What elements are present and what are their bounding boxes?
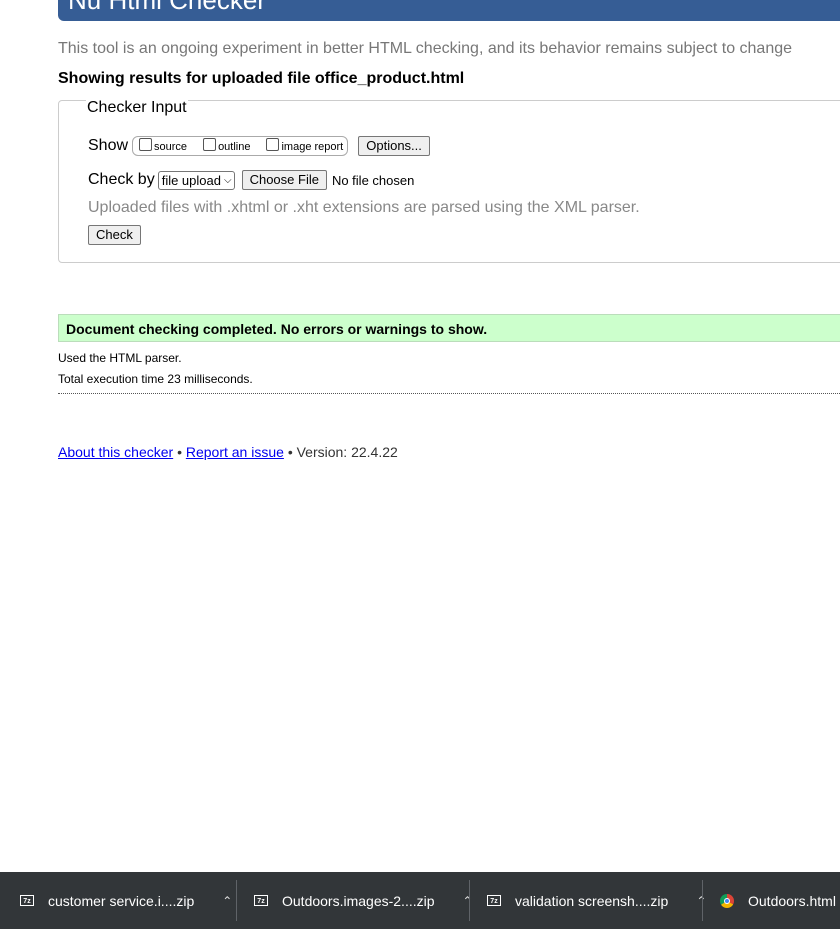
show-options-group: source outline image report	[132, 136, 349, 156]
xml-parser-note: Uploaded files with .xhtml or .xht exten…	[88, 199, 640, 216]
download-item-name: customer service.i....zip	[48, 892, 195, 909]
source-checkbox[interactable]	[139, 137, 153, 151]
zip-file-icon: 7z	[487, 895, 501, 906]
version-text: Version: 22.4.22	[296, 444, 398, 460]
report-issue-link[interactable]: Report an issue	[186, 444, 284, 460]
execution-time: Total execution time 23 milliseconds.	[58, 372, 253, 386]
chrome-icon	[720, 893, 734, 908]
downloads-separator	[702, 880, 703, 921]
results-heading: Showing results for uploaded file office…	[58, 70, 465, 87]
downloads-separator	[236, 880, 237, 921]
results-divider	[58, 393, 840, 394]
zip-file-icon: 7z	[20, 895, 34, 906]
options-button[interactable]: Options...	[358, 136, 430, 156]
download-item[interactable]: 7z customer service.i....zip ⌃	[20, 872, 232, 929]
about-checker-link[interactable]: About this checker	[58, 444, 173, 460]
check-by-selected-value: file upload	[161, 172, 221, 188]
outline-checkbox-label[interactable]: outline	[218, 141, 250, 153]
download-item-name: Outdoors.html	[748, 892, 836, 909]
image-report-checkbox-label[interactable]: image report	[281, 141, 343, 153]
check-by-select[interactable]: file upload ⌵	[157, 170, 235, 190]
download-item[interactable]: 7z Outdoors.images-2....zip ⌃	[254, 872, 473, 929]
no-file-chosen-text: No file chosen	[331, 172, 415, 188]
intro-text: This tool is an ongoing experiment in be…	[58, 40, 793, 57]
zip-file-icon: 7z	[254, 895, 268, 906]
footer-separator: •	[287, 444, 293, 460]
check-by-row: Check by file upload ⌵ Choose File No fi…	[88, 170, 414, 190]
downloads-separator	[469, 880, 470, 921]
download-item[interactable]: Outdoors.html	[720, 872, 836, 929]
choose-file-button[interactable]: Choose File	[241, 170, 327, 190]
outline-checkbox[interactable]	[203, 137, 217, 151]
page-title: Nu Html Checker	[68, 0, 266, 15]
parser-info: Used the HTML parser.	[58, 351, 182, 365]
chevron-up-icon[interactable]: ⌃	[222, 894, 232, 908]
download-item-name: Outdoors.images-2....zip	[282, 892, 435, 909]
check-button[interactable]: Check	[88, 225, 141, 245]
success-message: Document checking completed. No errors o…	[66, 321, 488, 337]
check-row: Check	[88, 225, 141, 245]
image-report-checkbox[interactable]	[266, 137, 280, 151]
header-bar: Nu Html Checker	[58, 0, 840, 21]
download-item-name: validation screensh....zip	[515, 892, 669, 909]
source-checkbox-label[interactable]: source	[154, 141, 187, 153]
check-by-label: Check by	[88, 171, 155, 188]
footer-separator: •	[177, 444, 182, 460]
checker-input-legend: Checker Input	[86, 99, 188, 117]
show-label: Show	[88, 137, 129, 154]
chevron-down-icon: ⌵	[223, 174, 232, 186]
show-row: Show source outline image report Options…	[88, 136, 430, 156]
download-item[interactable]: 7z validation screensh....zip ⌃	[487, 872, 706, 929]
downloads-bar: 7z customer service.i....zip ⌃ 7z Outdoo…	[0, 872, 840, 929]
success-message-box: Document checking completed. No errors o…	[58, 314, 840, 342]
page: Nu Html Checker This tool is an ongoing …	[0, 0, 840, 929]
footer: About this checker • Report an issue • V…	[58, 444, 398, 460]
chevron-up-icon[interactable]: ⌃	[463, 894, 473, 908]
